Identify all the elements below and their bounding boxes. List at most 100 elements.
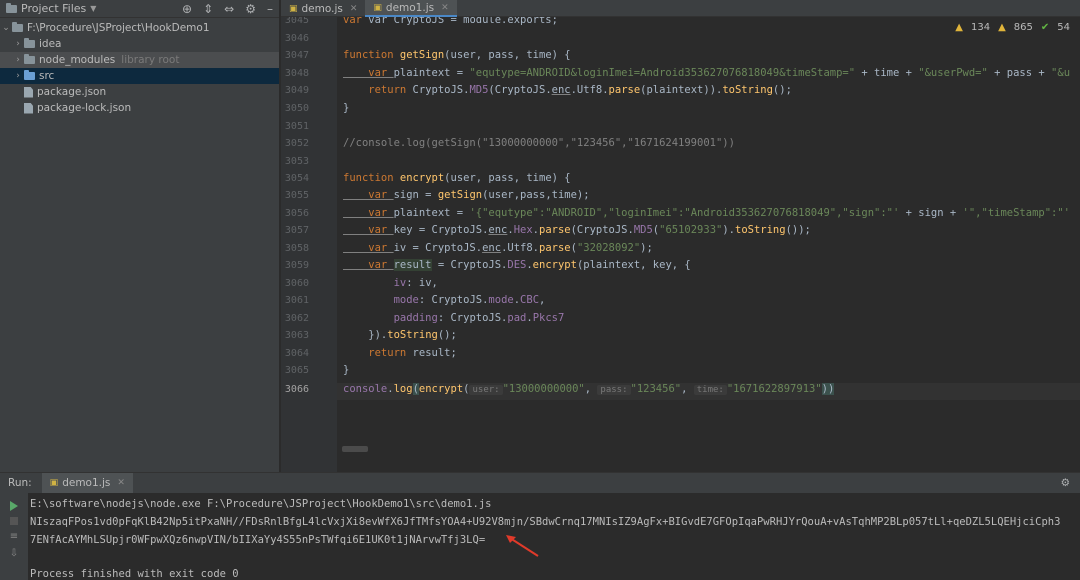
chevron-right-icon[interactable]: › (12, 71, 24, 81)
tree-item-package-lock-json[interactable]: package-lock.json (0, 100, 279, 116)
scroll-end-icon[interactable]: ⇩ (10, 548, 18, 559)
gear-icon[interactable]: ⚙ (1061, 477, 1080, 489)
project-header-title[interactable]: Project Files (21, 2, 86, 15)
collapse-icon[interactable]: ⇔ (224, 2, 234, 16)
code-line: function encrypt(user, pass, time) { (343, 172, 571, 184)
run-tab-demo1-js[interactable]: ▣ demo1.js ✕ (41, 473, 133, 493)
tab-demo1-js[interactable]: ▣ demo1.js ✕ (365, 0, 457, 17)
chevron-down-icon[interactable]: ⌄ (0, 23, 12, 33)
line-gutter: 3045 3046 3047 3048 3049 3050 3051 3052 3053 3054… (281, 17, 337, 472)
code-line: }).toString(); (343, 329, 457, 341)
code-line: var var CryptoJS = module.exports; (343, 17, 558, 26)
stop-icon[interactable] (10, 517, 18, 525)
close-icon[interactable]: ✕ (350, 4, 358, 14)
ok-count: 54 (1057, 22, 1070, 33)
tree-item-label: package-lock.json (37, 102, 132, 114)
line-number: 3049 (284, 85, 309, 96)
line-number: 3053 (284, 156, 309, 167)
check-icon: ✔ (1040, 22, 1050, 33)
tree-item-label: node_modules (39, 54, 116, 66)
code-line: var plaintext = '{"equtype":"ANDROID","l… (343, 207, 1070, 219)
editor-tabs: ▣ demo.js ✕ ▣ demo1.js ✕ (281, 0, 1080, 17)
console-exit-line: Process finished with exit code 0 (30, 568, 239, 580)
tab-label: demo.js (301, 2, 343, 15)
close-icon[interactable]: ✕ (117, 478, 125, 488)
code-line: var plaintext = "equtype=ANDROID&loginIm… (343, 67, 1071, 79)
code-line: var sign = getSign(user,pass,time); (343, 189, 590, 201)
js-file-icon: ▣ (373, 2, 382, 13)
line-number: 3051 (284, 121, 309, 132)
code-line: var iv = CryptoJS.enc.Utf8.parse("320280… (343, 242, 653, 254)
code-line: var key = CryptoJS.enc.Hex.parse(CryptoJ… (343, 224, 811, 236)
project-header: Project Files ▼ ⊕ ⇕ ⇔ ⚙ – (0, 0, 279, 18)
code-line: padding: CryptoJS.pad.Pkcs7 (393, 312, 565, 324)
folder-icon (6, 2, 17, 13)
line-number: 3047 (284, 50, 309, 61)
code-comment-line: //console.log(getSign("13000000000","123… (343, 137, 735, 149)
line-number: 3052 (284, 138, 309, 149)
inspection-widget[interactable]: ▲ 134 ▲ 865 ✔ 54 (955, 22, 1070, 33)
line-number: 3062 (284, 313, 309, 324)
code-editor[interactable]: ▲ 134 ▲ 865 ✔ 54 var var CryptoJS = module.… (337, 17, 1080, 472)
code-line: return result; (343, 347, 457, 359)
warning-count-1: 134 (970, 22, 991, 33)
chevron-right-icon[interactable]: › (12, 55, 24, 65)
line-number: 3046 (284, 33, 309, 44)
tree-item-idea[interactable]: › idea (0, 36, 279, 52)
run-header: Run: ▣ demo1.js ✕ ⚙ (0, 473, 1080, 493)
line-number: 3054 (284, 173, 309, 184)
console-output-line1: NIszaqFPos1vd0pFqKlB42Np5itPxaNH//FDsRnl… (30, 516, 1061, 528)
param-hint-user: user: (469, 385, 503, 395)
tree-item-src[interactable]: › src (0, 68, 279, 84)
tree-item-node-modules[interactable]: › node_modules library root (0, 52, 279, 68)
line-number: 3056 (284, 208, 309, 219)
code-line: iv: iv, (393, 277, 438, 289)
tab-label: demo1.js (385, 1, 435, 14)
line-number: 3057 (284, 225, 309, 236)
tree-item-label: idea (39, 38, 62, 50)
locate-icon[interactable]: ⊕ (182, 2, 192, 16)
hide-icon[interactable]: – (267, 2, 273, 16)
tree-root[interactable]: ⌄ F:\Procedure\JSProject\HookDemo1 (0, 20, 279, 36)
line-number: 3058 (284, 243, 309, 254)
close-icon[interactable]: ✕ (441, 3, 449, 13)
line-number: 3060 (284, 278, 309, 289)
rerun-icon[interactable] (10, 501, 18, 511)
gear-icon[interactable]: ⚙ (245, 2, 256, 16)
warning-count-2: 865 (1013, 22, 1033, 33)
code-line: } (343, 102, 350, 114)
line-number: 3061 (284, 295, 309, 306)
run-panel: Run: ▣ demo1.js ✕ ⚙ ≡ ⇩ E:\software\node… (0, 472, 1080, 580)
js-file-icon: ▣ (289, 3, 298, 14)
line-number: 3050 (284, 103, 309, 114)
param-hint-pass: pass: (597, 385, 631, 395)
wrap-icon[interactable]: ≡ (10, 531, 18, 542)
json-file-icon (24, 102, 33, 114)
param-hint-time: time: (693, 385, 727, 395)
library-root-hint: library root (121, 54, 180, 66)
expand-icon[interactable]: ⇕ (203, 2, 213, 16)
code-line: function getSign(user, pass, time) { (343, 49, 571, 61)
line-number: 3065 (284, 365, 309, 376)
js-file-icon: ▣ (49, 478, 59, 488)
run-label: Run: (8, 477, 32, 489)
run-tab-label: demo1.js (62, 477, 111, 489)
chevron-right-icon[interactable]: › (12, 39, 24, 49)
tree-item-label: package.json (37, 86, 107, 98)
tree-item-label: src (39, 70, 55, 82)
warning-icon: ▲ (998, 22, 1006, 33)
chevron-down-icon[interactable]: ▼ (90, 4, 96, 13)
tab-demo-js[interactable]: ▣ demo.js ✕ (281, 0, 365, 17)
horizontal-scrollbar[interactable] (342, 446, 368, 452)
warning-icon: ▲ (955, 22, 963, 33)
line-number: 3063 (284, 330, 309, 341)
code-line-current: console.log(encrypt(user: "13000000000", … (343, 383, 835, 395)
line-number: 3055 (284, 190, 309, 201)
red-arrow-annotation (506, 535, 539, 557)
tree-item-package-json[interactable]: package.json (0, 84, 279, 100)
code-line: return CryptoJS.MD5(CryptoJS.enc.Utf8.pa… (343, 84, 792, 96)
tree-root-label: F:\Procedure\JSProject\HookDemo1 (27, 22, 210, 34)
code-line: } (343, 364, 350, 376)
line-number: 3059 (284, 260, 309, 271)
folder-icon (24, 38, 35, 48)
